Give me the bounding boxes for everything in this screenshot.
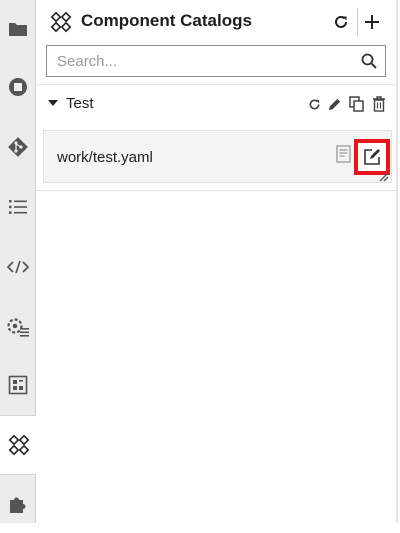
resize-handle-icon[interactable] bbox=[377, 170, 389, 182]
git-icon bbox=[8, 137, 28, 157]
reload-catalog-button[interactable] bbox=[305, 95, 323, 113]
catalog-entry[interactable]: work/test.yaml bbox=[43, 130, 392, 183]
component-catalogs-tab[interactable] bbox=[0, 416, 37, 474]
property-inspector-tab[interactable] bbox=[0, 356, 36, 414]
component-catalog-icon bbox=[8, 434, 29, 456]
caret-down-icon[interactable] bbox=[48, 100, 58, 107]
catalog-name: Test bbox=[66, 95, 94, 112]
extension-manager-tab[interactable] bbox=[0, 475, 36, 533]
settings-list-icon bbox=[7, 318, 29, 337]
plus-icon bbox=[365, 15, 379, 29]
component-catalog-icon bbox=[50, 11, 72, 33]
catalog-entry-path: work/test.yaml bbox=[57, 149, 153, 166]
stop-circle-icon bbox=[9, 78, 27, 96]
document-icon bbox=[336, 145, 351, 163]
duplicate-catalog-button[interactable] bbox=[347, 95, 365, 113]
table-of-contents-tab[interactable] bbox=[0, 178, 36, 236]
panel-header: Component Catalogs bbox=[36, 0, 398, 44]
runtimes-tab[interactable] bbox=[0, 298, 36, 356]
refresh-icon bbox=[335, 15, 347, 28]
component-catalogs-panel: Component Catalogs Test bbox=[36, 0, 398, 523]
catalog-row[interactable]: Test bbox=[36, 86, 398, 122]
list-icon bbox=[9, 200, 27, 214]
refresh-icon bbox=[309, 98, 319, 109]
file-browser-tab[interactable] bbox=[0, 0, 36, 58]
refresh-catalogs-button[interactable] bbox=[332, 13, 350, 31]
search-input[interactable] bbox=[47, 46, 347, 76]
search-icon bbox=[361, 53, 377, 69]
edit-square-icon bbox=[364, 149, 380, 165]
pencil-icon bbox=[328, 98, 340, 110]
extension-puzzle-icon bbox=[10, 497, 26, 513]
search-box bbox=[46, 45, 386, 77]
git-tab[interactable] bbox=[0, 118, 36, 176]
edit-catalog-button[interactable] bbox=[325, 95, 343, 113]
copy-icon bbox=[348, 96, 364, 112]
property-inspector-icon bbox=[8, 375, 28, 395]
running-kernels-tab[interactable] bbox=[0, 58, 36, 116]
add-catalog-button[interactable] bbox=[362, 12, 382, 32]
code-snippets-tab[interactable] bbox=[0, 238, 36, 296]
trash-icon bbox=[373, 96, 385, 112]
delete-catalog-button[interactable] bbox=[370, 95, 388, 113]
activity-bar bbox=[0, 0, 37, 523]
folder-icon bbox=[9, 23, 27, 36]
panel-title: Component Catalogs bbox=[81, 11, 252, 30]
code-icon bbox=[7, 260, 29, 274]
